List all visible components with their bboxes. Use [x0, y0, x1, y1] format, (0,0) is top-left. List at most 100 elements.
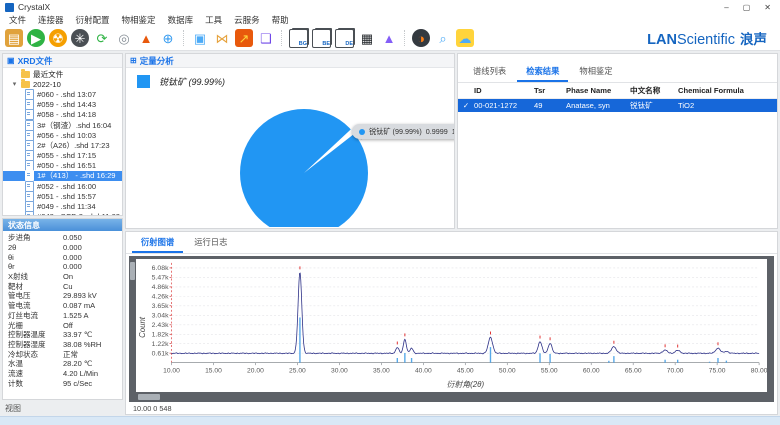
- start-measure-icon[interactable]: ▶: [27, 29, 45, 47]
- mountain-icon[interactable]: ▲: [380, 29, 398, 47]
- tree-file[interactable]: 3#（钢渣）.shd 16:04: [3, 120, 122, 130]
- menu-item-3[interactable]: 物相鉴定: [122, 14, 156, 26]
- refresh-icon[interactable]: ⟳: [93, 29, 111, 47]
- svg-text:6.08k: 6.08k: [152, 265, 169, 272]
- file-tree-header: ▣ XRD文件: [3, 54, 122, 68]
- results-tab-0[interactable]: 谱线列表: [464, 63, 515, 82]
- tree-item-label: #059 - .shd 14:43: [37, 100, 96, 109]
- tree-file[interactable]: #058 - .shd 14:18: [3, 110, 122, 120]
- svg-text:1.22k: 1.22k: [152, 341, 169, 348]
- vertical-scrollbar-handle[interactable]: [130, 262, 135, 280]
- logo-cn: 浪声: [740, 28, 767, 48]
- tree-folder[interactable]: ▾2022-10: [3, 79, 122, 89]
- caret-icon[interactable]: ▾: [11, 80, 18, 88]
- search-results-panel: 谱线列表检索结果物相鉴定 IDTsrPhase Name中文名称Chemical…: [457, 53, 778, 229]
- results-tab-1[interactable]: 检索结果: [517, 63, 568, 82]
- analysis-title: 定量分析: [140, 55, 174, 67]
- tree-file[interactable]: #051 - .shd 15:57: [3, 191, 122, 201]
- tree-item-label: #052 - .shd 16:00: [37, 182, 96, 191]
- tree-file[interactable]: #049 - .shd 11:34: [3, 201, 122, 211]
- tree-file[interactable]: #050 - .shd 16:51: [3, 161, 122, 171]
- table-row[interactable]: ✓00-021-127249Anatase, syn锐钛矿TiO2: [458, 99, 777, 112]
- tree-folder[interactable]: 最近文件: [3, 69, 122, 79]
- tree-file[interactable]: 2#（A26）.shd 17:23: [3, 140, 122, 150]
- tree-file[interactable]: #048 - SCB-2 .shd 11:02: [3, 212, 122, 215]
- svg-text:4.26k: 4.26k: [152, 294, 169, 301]
- chart-tab-1[interactable]: 运行日志: [185, 234, 236, 253]
- svg-text:1.82k: 1.82k: [152, 332, 169, 339]
- tree-file[interactable]: #052 - .shd 16:00: [3, 181, 122, 191]
- search-peak-icon[interactable]: ⌕: [434, 29, 452, 47]
- file-icon: [25, 109, 34, 120]
- menu-item-0[interactable]: 文件: [9, 14, 26, 26]
- svg-text:0.61k: 0.61k: [152, 350, 169, 357]
- calibrate-icon[interactable]: ⊕: [159, 29, 177, 47]
- report-chart-icon[interactable]: ↗: [235, 29, 253, 47]
- menu-item-4[interactable]: 数据库: [168, 14, 194, 26]
- chart-tabs: 衍射图谱运行日志: [126, 232, 777, 254]
- menu-item-5[interactable]: 工具: [205, 14, 222, 26]
- svg-text:75.00: 75.00: [709, 367, 726, 374]
- col-header-3[interactable]: 中文名称: [630, 85, 678, 96]
- tree-item-label: #049 - .shd 11:34: [37, 202, 96, 211]
- menu-item-6[interactable]: 云服务: [234, 14, 260, 26]
- status-value: Off: [63, 321, 73, 330]
- close-button[interactable]: ✕: [764, 3, 771, 12]
- view-label: 视图: [2, 402, 123, 415]
- grid-data-icon[interactable]: ▦: [358, 29, 376, 47]
- menu-item-2[interactable]: 衍射配置: [76, 14, 110, 26]
- tooltip-percent: 100.00%: [452, 127, 455, 136]
- pie-slice-main: [240, 109, 368, 227]
- de-file-icon[interactable]: DE: [335, 29, 354, 48]
- legend-label: 锐钛矿 (99.99%): [159, 75, 225, 88]
- chart-tab-0[interactable]: 衍射图谱: [132, 234, 183, 253]
- horizontal-scrollbar-handle[interactable]: [138, 394, 160, 400]
- svg-text:3.04k: 3.04k: [152, 313, 169, 320]
- tooltip-label: 锐钛矿 (99.99%): [369, 127, 422, 137]
- balance-icon[interactable]: ⋈: [213, 29, 231, 47]
- col-header-4[interactable]: Chemical Formula: [678, 86, 777, 95]
- col-header-2[interactable]: Phase Name: [566, 86, 630, 95]
- tree-file[interactable]: #059 - .shd 14:43: [3, 100, 122, 110]
- status-row: 2θ0.000: [8, 243, 117, 253]
- bg-file-icon[interactable]: BG: [289, 29, 308, 48]
- locked-file-icon[interactable]: ❑: [257, 29, 275, 47]
- col-header-1[interactable]: Tsr: [534, 86, 566, 95]
- be-file-icon[interactable]: BE: [312, 29, 331, 48]
- shutter-icon[interactable]: ✳: [71, 29, 89, 47]
- fingerprint-search-icon[interactable]: ▣: [191, 29, 209, 47]
- svg-text:5.47k: 5.47k: [152, 275, 169, 282]
- results-tabs: 谱线列表检索结果物相鉴定: [458, 63, 777, 83]
- minimize-button[interactable]: –: [724, 3, 728, 12]
- tree-item-label: #058 - .shd 14:18: [37, 110, 96, 119]
- svg-text:80.00: 80.00: [751, 367, 767, 374]
- toolbar: ▤▶☢✳⟳◎▲⊕▣⋈↗❑BGBEDE▦▲◑⌕☁ LANScientific浪声: [0, 26, 780, 51]
- tree-file[interactable]: 1#（413） - .shd 16:29: [3, 171, 122, 181]
- xrd-spectrum-chart[interactable]: 0.61k1.22k1.82k2.43k3.04k3.65k4.26k4.86k…: [136, 259, 767, 392]
- tree-file[interactable]: #055 - .shd 17:15: [3, 151, 122, 161]
- tree-file[interactable]: #060 - .shd 13:07: [3, 89, 122, 99]
- tree-item-label: 最近文件: [33, 69, 63, 80]
- row-checkbox[interactable]: ✓: [458, 101, 474, 110]
- svg-text:50.00: 50.00: [499, 367, 516, 374]
- pie-chart[interactable]: [126, 67, 454, 227]
- cloud-database-icon[interactable]: ☁: [456, 29, 474, 47]
- tree-file[interactable]: #056 - .shd 10:03: [3, 130, 122, 140]
- pie-tooltip: 锐钛矿 (99.99%) 0.9999 100.00%: [352, 124, 455, 139]
- svg-text:4.86k: 4.86k: [152, 284, 169, 291]
- aperture-icon[interactable]: ◎: [115, 29, 133, 47]
- file-icon: [25, 120, 34, 131]
- pie-analysis-icon[interactable]: ◑: [412, 29, 430, 47]
- pie-legend: 锐钛矿 (99.99%): [137, 75, 225, 88]
- results-tab-2[interactable]: 物相鉴定: [570, 63, 621, 82]
- toolbar-icons: ▤▶☢✳⟳◎▲⊕▣⋈↗❑BGBEDE▦▲◑⌕☁: [5, 29, 474, 48]
- spectrum-icon[interactable]: ▲: [137, 29, 155, 47]
- xray-icon[interactable]: ☢: [49, 29, 67, 47]
- col-header-0[interactable]: ID: [474, 86, 534, 95]
- menu-item-1[interactable]: 连接器: [38, 14, 64, 26]
- maximize-button[interactable]: ▢: [743, 3, 751, 12]
- menu-item-7[interactable]: 帮助: [272, 14, 289, 26]
- open-file-icon[interactable]: ▤: [5, 29, 23, 47]
- quantitative-analysis-panel: ⊞ 定量分析 锐钛矿 (99.99%) 锐钛矿 (99.99%) 0.9999: [125, 53, 455, 229]
- xrd-files-icon: ▣: [7, 56, 15, 65]
